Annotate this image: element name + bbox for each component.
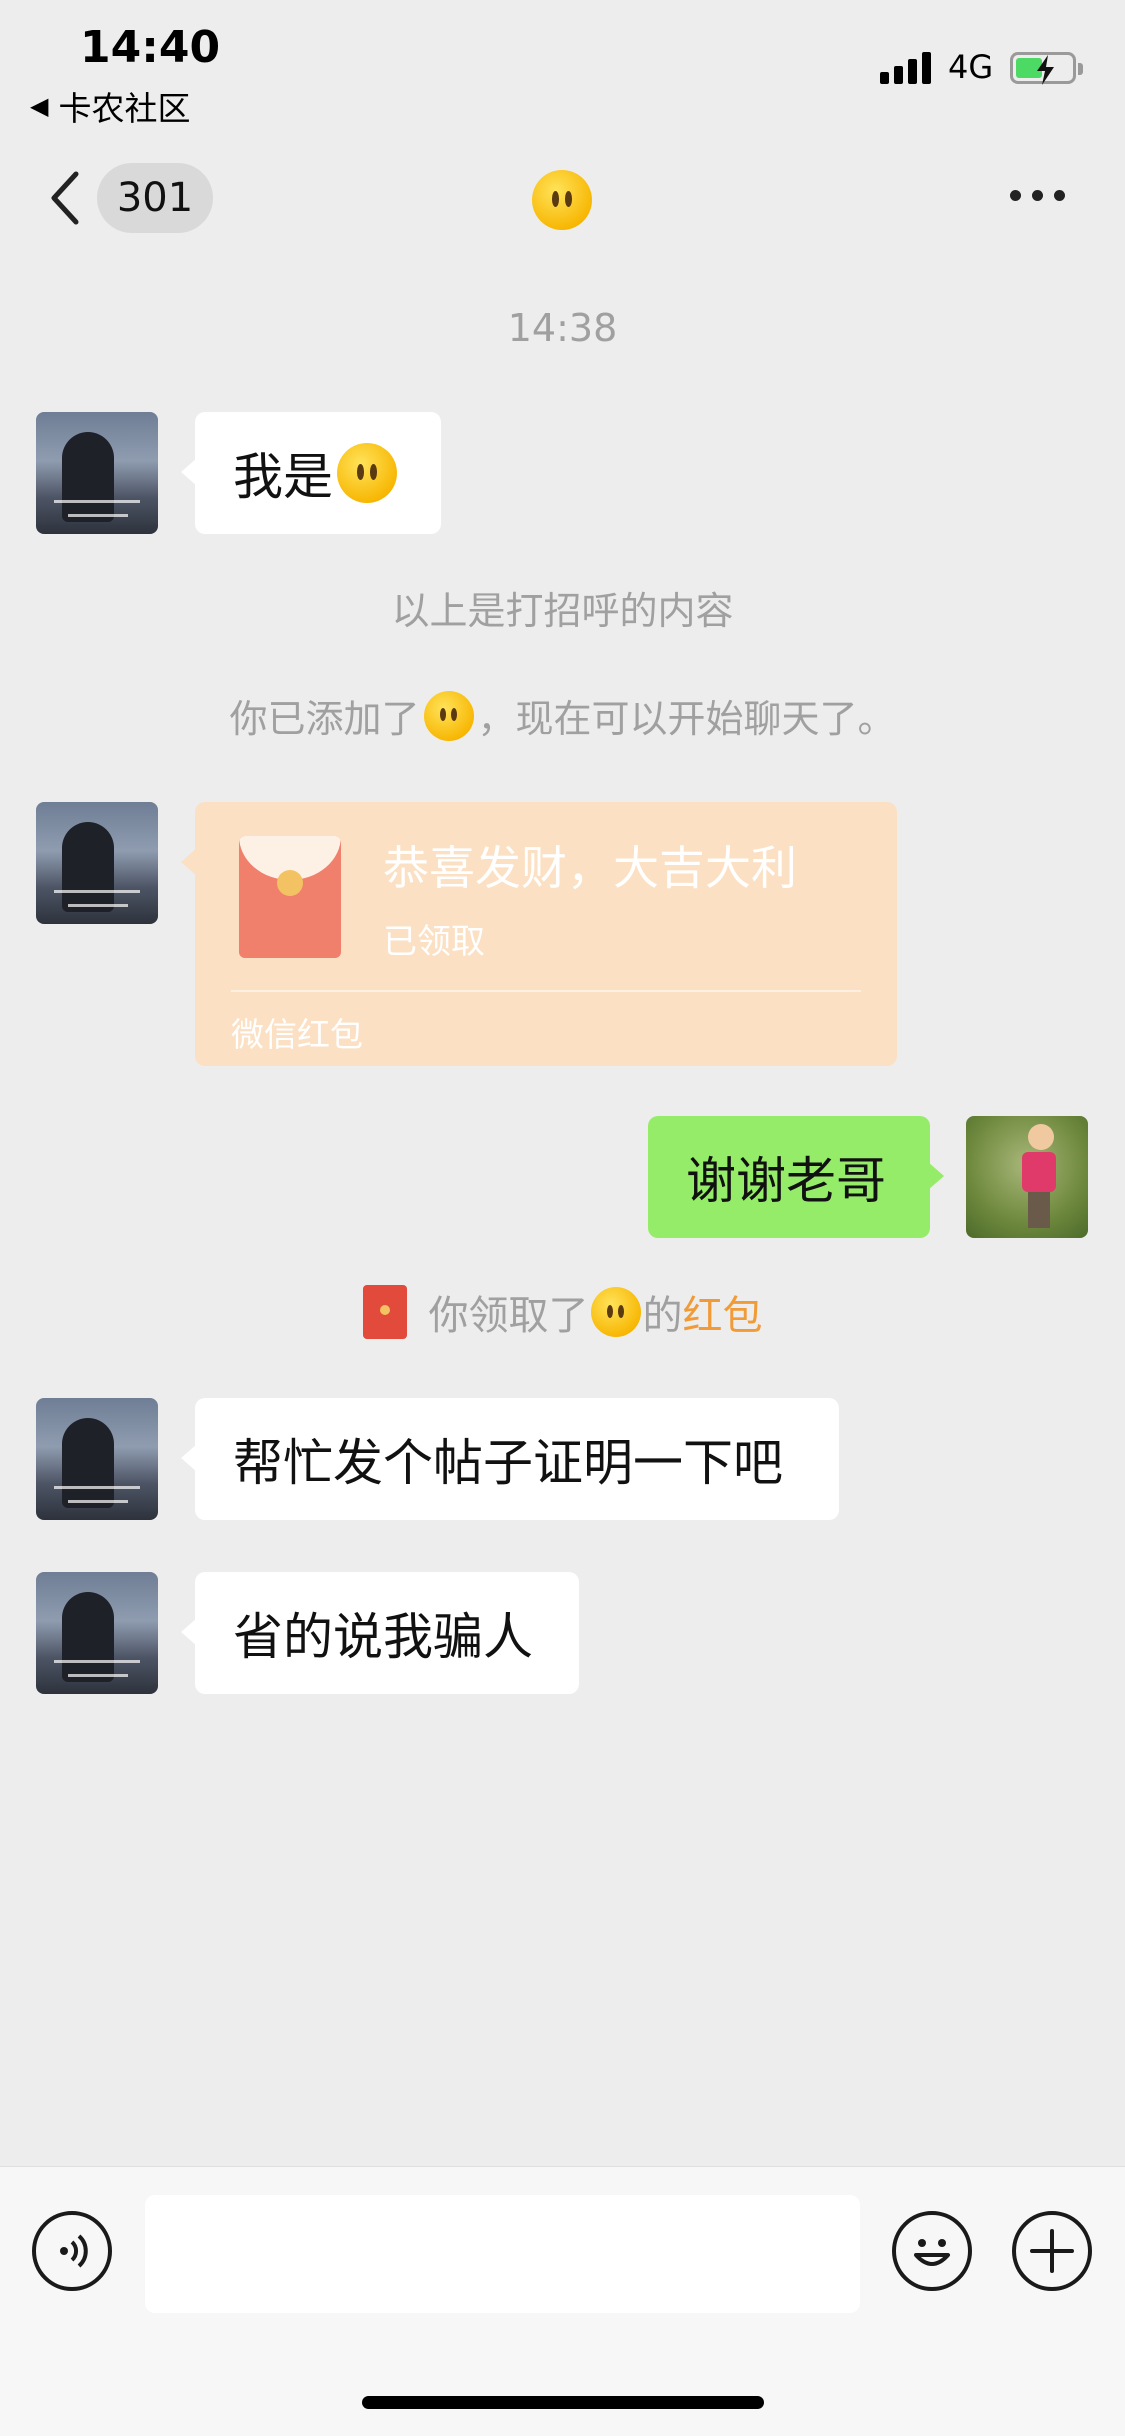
red-packet-link[interactable]: 红包 xyxy=(683,1283,763,1341)
more-dots-icon[interactable] xyxy=(1010,190,1065,201)
neutral-face-emoji-icon xyxy=(590,1287,641,1337)
message-text: 帮忙发个帖子证明一下吧 xyxy=(233,1434,783,1492)
my-avatar[interactable] xyxy=(966,1116,1088,1238)
message-input[interactable] xyxy=(145,2195,860,2313)
back-chevron-icon[interactable] xyxy=(44,168,84,228)
my-message-bubble[interactable]: 谢谢老哥 xyxy=(648,1116,944,1238)
emoji-icon[interactable] xyxy=(892,2211,972,2291)
chat-title-emoji xyxy=(532,170,592,230)
message-text: 省的说我骗人 xyxy=(233,1608,533,1666)
contact-avatar[interactable] xyxy=(36,1572,158,1694)
voice-icon[interactable] xyxy=(32,2211,112,2291)
status-time: 14:40 xyxy=(80,22,221,73)
system-added-text-before: 你已添加了 xyxy=(229,697,420,741)
contact-avatar[interactable] xyxy=(36,412,158,534)
unread-count-badge[interactable]: 301 xyxy=(97,163,213,233)
message-text: 我是 xyxy=(233,448,333,506)
message-bubble[interactable]: 我是 xyxy=(181,412,441,534)
red-packet-card[interactable]: 恭喜发财，大吉大利 已领取 微信红包 xyxy=(181,802,897,1066)
network-type: 4G xyxy=(948,48,994,86)
claimed-text-before: 你领取了 xyxy=(428,1293,589,1339)
red-packet-claimed-note: 你领取了 的 红包 xyxy=(0,1283,1125,1341)
back-to-app-link[interactable]: ◀ 卡农社区 xyxy=(30,82,190,130)
system-added-note: 你已添加了 ，现在可以开始聊天了。 xyxy=(0,688,1125,743)
message-bubble[interactable]: 省的说我骗人 xyxy=(181,1572,579,1694)
signal-strength-icon xyxy=(880,50,931,84)
contact-avatar[interactable] xyxy=(36,1398,158,1520)
neutral-face-emoji-icon xyxy=(337,443,397,503)
message-timestamp: 14:38 xyxy=(507,306,618,350)
red-packet-small-icon xyxy=(362,1285,407,1339)
red-packet-icon xyxy=(239,836,341,958)
system-added-text-after: ，现在可以开始聊天了。 xyxy=(477,697,896,741)
neutral-face-emoji-icon xyxy=(423,690,474,741)
red-packet-title: 恭喜发财，大吉大利 xyxy=(383,841,797,895)
home-indicator[interactable] xyxy=(362,2396,764,2409)
red-packet-divider xyxy=(231,990,861,992)
back-triangle-icon: ◀ xyxy=(30,92,49,120)
back-app-label: 卡农社区 xyxy=(58,89,191,128)
claimed-text-mid: 的 xyxy=(642,1293,683,1339)
message-text: 谢谢老哥 xyxy=(686,1152,886,1210)
contact-avatar[interactable] xyxy=(36,802,158,924)
red-packet-footer: 微信红包 xyxy=(231,1015,363,1054)
message-bubble[interactable]: 帮忙发个帖子证明一下吧 xyxy=(181,1398,839,1520)
system-greeting-note: 以上是打招呼的内容 xyxy=(391,589,734,633)
plus-icon[interactable] xyxy=(1012,2211,1092,2291)
red-packet-status: 已领取 xyxy=(383,922,485,962)
battery-icon xyxy=(1010,52,1083,85)
